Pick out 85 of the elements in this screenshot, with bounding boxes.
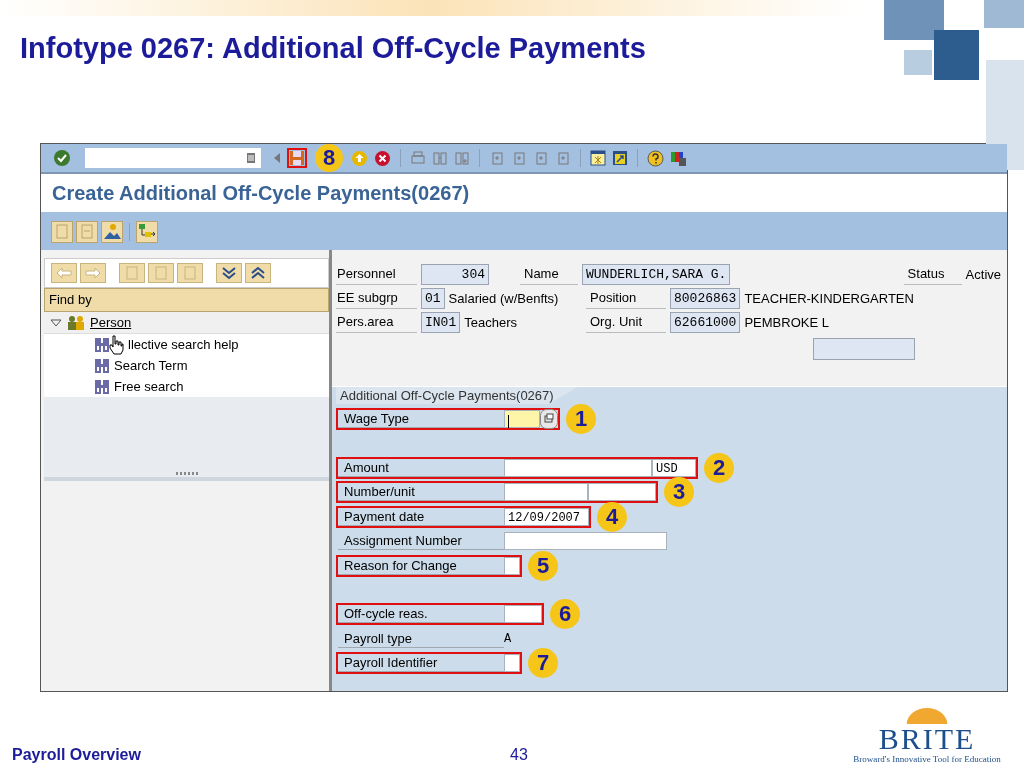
display-field: 01 [421,287,445,309]
layout-icon[interactable] [670,149,687,167]
step-marker: 7 [528,648,558,679]
input-field[interactable] [504,410,540,429]
field-value: A [504,631,512,646]
people-icon [66,314,86,331]
field-label: Name [520,263,578,285]
structure-icon[interactable] [136,221,158,243]
field-label: Off-cycle reas. [338,605,504,624]
field-text: Teachers [464,314,517,330]
screen-title: Create Additional Off-Cycle Payments(0267) [52,181,470,205]
step-marker: 1 [566,404,596,435]
logo-tagline: Broward's Innovative Tool for Education [853,754,1001,764]
field-label: Number/unit [338,483,504,502]
field-label: Payment date [338,507,504,526]
input-field[interactable]: 12/09/2007 [504,507,589,526]
field-label: Status [903,263,962,285]
splitter-grip[interactable] [175,472,198,475]
command-field[interactable] [85,148,261,168]
expand-all-icon[interactable] [216,263,242,283]
menu-icon[interactable] [247,153,255,163]
field-label: Wage Type [338,410,504,429]
binoculars-icon [94,357,110,374]
step-marker: 4 [597,501,627,532]
search-help-icon[interactable] [540,409,558,430]
step-marker: 6 [550,599,580,630]
display-field: 62661000 [670,311,741,333]
page-icon[interactable] [177,263,203,283]
footer-title: Payroll Overview [12,746,142,764]
input-field[interactable] [504,654,520,673]
print-icon[interactable] [410,150,426,166]
binoculars-icon [94,336,110,353]
unit-field[interactable] [588,483,656,502]
input-field[interactable] [504,532,667,551]
field-text: PEMBROKE L [744,314,829,330]
expander-icon[interactable] [50,317,62,328]
landscape-icon[interactable] [101,221,123,243]
step-marker: 8 [315,144,343,172]
field-text: Salaried (w/Benfts) [448,290,559,306]
field-label: Payroll type [338,629,504,648]
input-field[interactable] [504,458,652,477]
page-icon[interactable] [148,263,174,283]
field-text: TEACHER-KINDERGARTEN [744,290,914,306]
display-field: 80026863 [670,287,741,309]
cancel-icon[interactable] [374,149,391,167]
step-marker: 2 [704,452,734,483]
tree-item[interactable]: Free search [114,379,184,394]
check-icon[interactable] [53,149,71,167]
new-window-icon[interactable] [590,150,606,166]
logo-text: BRITE [878,724,976,754]
step-marker: 5 [528,550,558,581]
field-label: Amount [338,458,504,477]
tree-item[interactable]: Search Term [114,358,188,373]
input-field[interactable] [504,556,520,575]
field-label: Org. Unit [586,311,666,333]
field-label: EE subgrp [336,287,417,309]
field-label: Pers.area [336,311,417,333]
tree-item[interactable]: llective search help [128,337,239,352]
up-arrow-circle-icon[interactable] [351,149,368,167]
tree-item[interactable]: Person [90,315,132,330]
input-field[interactable] [504,605,542,624]
display-field: 304 [421,263,489,285]
document-icon[interactable] [51,221,73,243]
currency-field[interactable]: USD [652,458,696,477]
save-button[interactable] [287,148,307,168]
page-number: 43 [510,746,529,764]
left-triangle-icon[interactable] [273,152,281,164]
field-label: Personnel [336,263,417,285]
binoculars-icon[interactable] [432,150,448,166]
help-icon[interactable] [647,149,664,167]
display-field: WUNDERLICH,SARA G. [582,263,731,285]
page-icon[interactable] [119,263,145,283]
step-marker: 3 [664,477,694,508]
shortcut-icon[interactable] [612,150,628,166]
field-label: Position [586,287,666,309]
collapse-all-icon[interactable] [245,263,271,283]
display-field: IN01 [421,311,461,333]
binoculars-plus-icon[interactable] [454,150,470,166]
field-label: Assignment Number [338,532,504,551]
field-label: Payroll Identifier [338,654,504,673]
find-by-header: Find by [44,288,329,312]
field-text: Active [965,266,1001,282]
input-field[interactable] [504,483,588,502]
field-label: Reason for Change [338,556,504,575]
slide-title: Infotype 0267: Additional Off-Cycle Payments [20,32,647,65]
